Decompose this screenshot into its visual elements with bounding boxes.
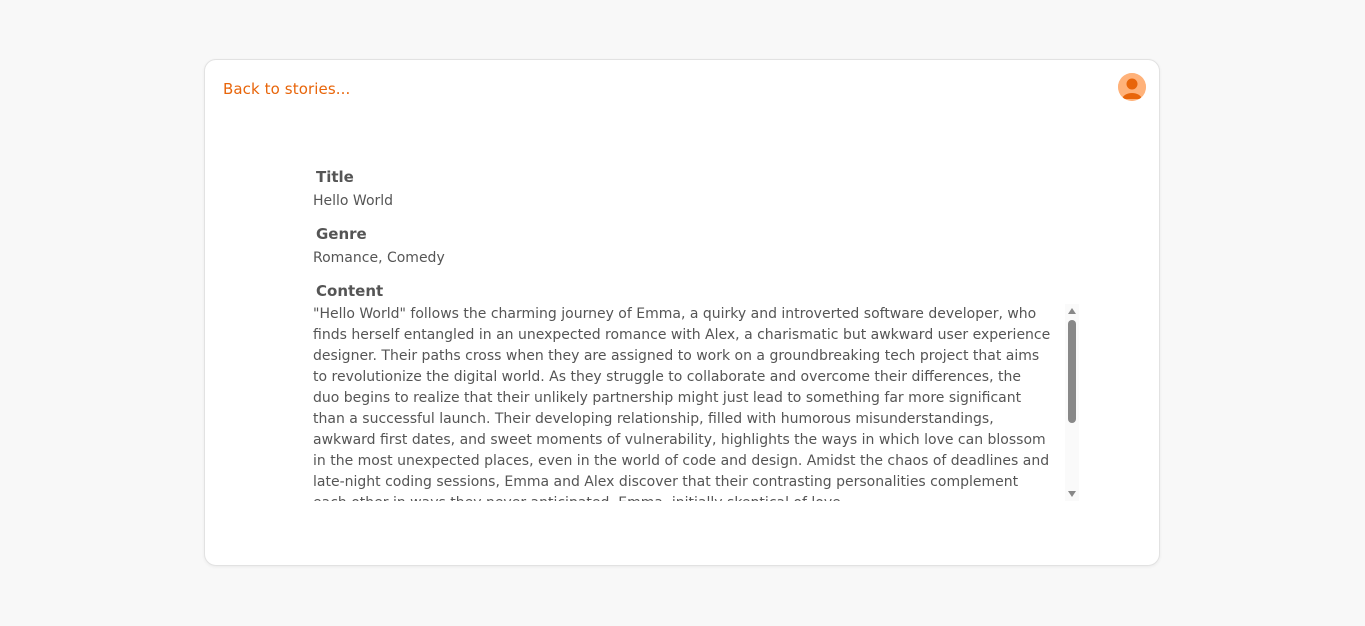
scroll-thumb[interactable] — [1068, 320, 1076, 423]
genre-value: Romance, Comedy — [313, 250, 445, 266]
content-text: "Hello World" follows the charming journ… — [313, 306, 1051, 501]
user-avatar-icon[interactable] — [1118, 73, 1146, 101]
content-label: Content — [316, 282, 384, 300]
content-scroll-area[interactable]: "Hello World" follows the charming journ… — [313, 304, 1079, 501]
scroll-down-arrow-icon[interactable] — [1068, 491, 1076, 497]
content-scrollbar[interactable] — [1065, 304, 1079, 501]
story-details: Title Hello World Genre Romance, Comedy … — [313, 166, 1079, 501]
title-value: Hello World — [313, 193, 394, 209]
back-to-stories-link[interactable]: Back to stories... — [223, 80, 350, 98]
title-label: Title — [316, 168, 354, 186]
scroll-up-arrow-icon[interactable] — [1068, 308, 1076, 314]
story-card: Back to stories... Title Hello World Gen… — [204, 59, 1160, 566]
genre-label: Genre — [316, 225, 367, 243]
